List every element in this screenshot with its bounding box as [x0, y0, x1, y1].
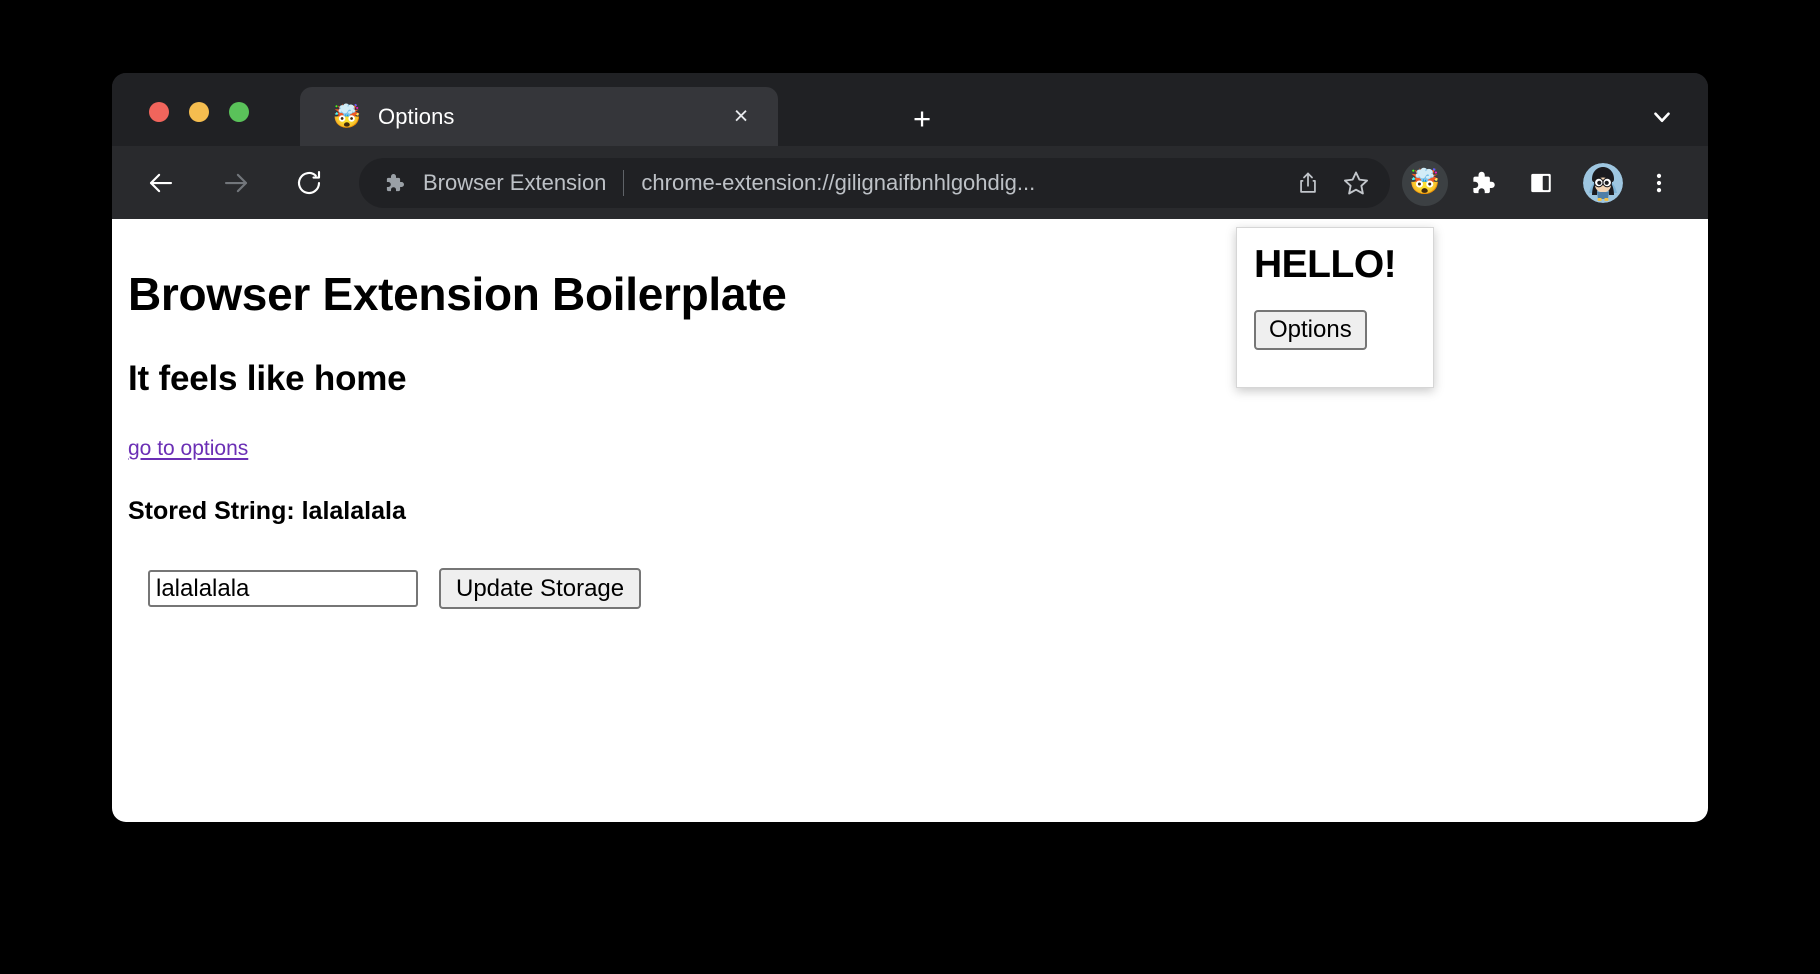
window-minimize-button[interactable] — [189, 102, 209, 122]
popup-title: HELLO! — [1254, 243, 1397, 286]
puzzle-piece-icon — [380, 170, 406, 196]
popup-options-button[interactable]: Options — [1254, 310, 1367, 350]
extension-action-button[interactable]: 🤯 — [1402, 159, 1448, 206]
tab-favicon-exploding-head-icon: 🤯 — [332, 103, 362, 129]
side-panel-button[interactable] — [1518, 160, 1564, 206]
page-subtitle: It feels like home — [128, 359, 407, 398]
browser-toolbar: Browser Extension chrome-extension://gil… — [112, 146, 1708, 219]
toolbar-actions: 🤯 — [1390, 159, 1708, 206]
exploding-head-icon: 🤯 — [1409, 168, 1441, 196]
chrome-menu-button[interactable] — [1636, 160, 1682, 206]
avatar — [1583, 162, 1623, 203]
extension-popup: HELLO! Options — [1236, 227, 1434, 388]
extensions-puzzle-icon — [1473, 171, 1495, 193]
page-inner: Browser Extension Boilerplate It feels l… — [112, 219, 1708, 609]
storage-form: Update Storage — [148, 568, 1708, 609]
chevron-down-icon[interactable] — [1646, 101, 1678, 133]
window-maximize-button[interactable] — [229, 102, 249, 122]
storage-input[interactable] — [148, 570, 418, 607]
go-to-options-link[interactable]: go to options — [128, 437, 248, 461]
share-icon[interactable] — [1288, 163, 1328, 203]
screenshot-root: 🤯 Options × + Browser Extension chrome-e… — [0, 0, 1820, 974]
extensions-menu-button[interactable] — [1458, 160, 1504, 206]
arrow-right-icon[interactable] — [216, 163, 256, 203]
three-dots-vertical-icon — [1656, 173, 1662, 192]
tab-title: Options — [378, 103, 455, 129]
stored-string-label: Stored String: lalalalala — [128, 497, 406, 525]
update-storage-button[interactable]: Update Storage — [439, 568, 642, 609]
new-tab-button[interactable]: + — [907, 103, 937, 134]
omnibox-url-text[interactable]: chrome-extension://gilignaifbnhlgohdig..… — [641, 170, 1288, 196]
browser-tab-options[interactable]: 🤯 Options × — [300, 87, 778, 146]
address-bar[interactable]: Browser Extension chrome-extension://gil… — [359, 157, 1390, 208]
browser-window: 🤯 Options × + Browser Extension chrome-e… — [112, 73, 1708, 822]
omnibox-separator — [623, 169, 625, 196]
star-icon[interactable] — [1336, 163, 1376, 203]
tab-strip: 🤯 Options × + — [112, 73, 1708, 146]
side-panel-icon — [1531, 173, 1551, 192]
tab-close-icon[interactable]: × — [726, 102, 756, 132]
omnibox-extension-name: Browser Extension — [423, 169, 607, 195]
reload-icon[interactable] — [289, 163, 329, 203]
window-traffic-lights — [149, 102, 249, 122]
window-close-button[interactable] — [149, 102, 169, 122]
page-content: Browser Extension Boilerplate It feels l… — [112, 219, 1708, 822]
arrow-left-icon[interactable] — [141, 163, 181, 203]
page-title: Browser Extension Boilerplate — [128, 268, 787, 320]
profile-avatar-button[interactable] — [1580, 160, 1626, 206]
